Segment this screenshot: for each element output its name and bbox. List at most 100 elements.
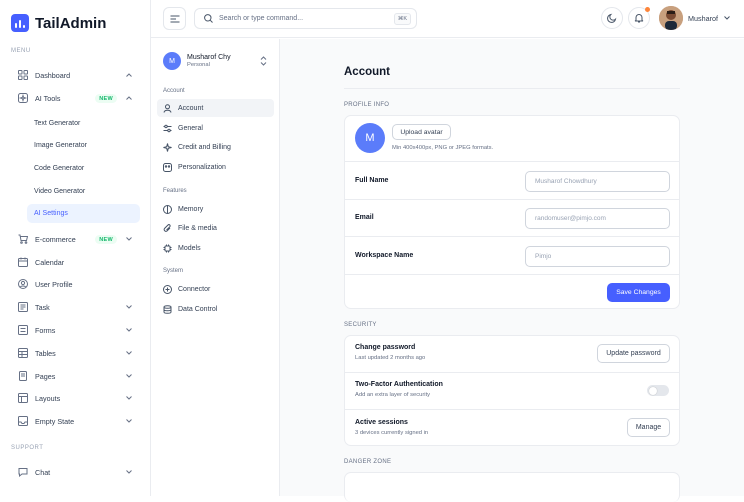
settings-nav-general[interactable]: General bbox=[157, 119, 274, 137]
empty-state-icon bbox=[18, 416, 28, 426]
chat-icon bbox=[18, 468, 28, 477]
sidebar-item-label: Calendar bbox=[35, 257, 65, 267]
sidebar-item-ecommerce[interactable]: E-commerce NEW bbox=[8, 229, 141, 249]
chevron-updown-icon bbox=[260, 56, 267, 66]
workspace-avatar: M bbox=[163, 52, 181, 70]
sidebar-item-tables[interactable]: Tables bbox=[8, 343, 141, 363]
user-circle-icon bbox=[18, 279, 28, 289]
sidebar-item-label: Forms bbox=[35, 325, 56, 335]
change-password-desc: Last updated 2 months ago bbox=[355, 355, 426, 361]
sidebar-item-calendar[interactable]: Calendar bbox=[8, 252, 141, 272]
workspace-switcher[interactable]: M Musharof Chy Personal bbox=[157, 46, 274, 76]
upload-avatar-button[interactable]: Upload avatar bbox=[392, 124, 451, 140]
settings-nav-panel: M Musharof Chy Personal Account Account … bbox=[151, 39, 280, 496]
settings-nav-connector[interactable]: Connector bbox=[157, 280, 274, 298]
settings-nav-data-control[interactable]: Data Control bbox=[157, 300, 274, 318]
sparkle-icon bbox=[18, 93, 28, 103]
chevron-down-icon bbox=[126, 470, 132, 474]
chevron-down-icon bbox=[126, 305, 132, 309]
sidebar-subitem-code-generator[interactable]: Code Generator bbox=[27, 159, 140, 178]
paperclip-icon bbox=[163, 223, 171, 232]
notifications-button[interactable] bbox=[628, 7, 650, 29]
sidebar-subitem-video-generator[interactable]: Video Generator bbox=[27, 182, 140, 201]
top-header: Search or type command... ⌘K Musharof bbox=[151, 0, 744, 38]
workspace-name-input[interactable]: Pimjo bbox=[525, 246, 670, 267]
logo-icon bbox=[11, 14, 29, 32]
forms-icon bbox=[18, 325, 28, 335]
connector-icon bbox=[163, 284, 172, 294]
settings-nav-models[interactable]: Models bbox=[157, 239, 274, 257]
workspace-name-label: Workspace Name bbox=[355, 252, 414, 259]
workspace-name: Musharof Chy bbox=[187, 54, 231, 61]
calendar-icon bbox=[18, 257, 28, 267]
sidebar-item-pages[interactable]: Pages bbox=[8, 366, 141, 386]
bell-icon bbox=[634, 14, 644, 23]
change-password-title: Change password bbox=[355, 344, 416, 351]
settings-nav-label: File & media bbox=[178, 224, 217, 232]
pages-icon bbox=[19, 371, 27, 381]
settings-nav-credit-billing[interactable]: Credit and Billing bbox=[157, 138, 274, 156]
system-group-label: System bbox=[163, 268, 184, 274]
sidebar-item-ai-tools[interactable]: AI Tools NEW bbox=[8, 88, 141, 108]
settings-nav-account[interactable]: Account bbox=[157, 99, 274, 117]
sidebar-toggle-button[interactable] bbox=[163, 7, 186, 30]
sparkle-icon bbox=[163, 142, 172, 152]
new-badge: NEW bbox=[95, 94, 117, 103]
search-shortcut-badge: ⌘K bbox=[393, 13, 411, 25]
email-input[interactable]: randomuser@pimjo.com bbox=[525, 208, 670, 229]
settings-nav-label: Personalization bbox=[178, 163, 226, 171]
user-menu[interactable]: Musharof bbox=[659, 6, 731, 30]
sidebar-item-user-profile[interactable]: User Profile bbox=[8, 274, 141, 294]
settings-nav-file-media[interactable]: File & media bbox=[157, 219, 274, 237]
sidebar-subitem-text-generator[interactable]: Text Generator bbox=[27, 114, 140, 133]
sidebar-item-label: Chat bbox=[35, 467, 51, 477]
settings-nav-label: Models bbox=[178, 244, 201, 252]
search-input[interactable]: Search or type command... ⌘K bbox=[194, 8, 417, 29]
menu-icon bbox=[170, 15, 179, 22]
two-factor-toggle[interactable] bbox=[647, 385, 669, 396]
danger-zone-label: DANGER ZONE bbox=[344, 459, 392, 465]
security-label: SECURITY bbox=[344, 322, 377, 328]
grid-icon bbox=[18, 70, 28, 80]
memory-icon bbox=[163, 204, 172, 214]
chevron-down-icon bbox=[126, 328, 132, 332]
sidebar-item-layouts[interactable]: Layouts bbox=[8, 388, 141, 408]
search-icon bbox=[204, 14, 213, 23]
features-group-label: Features bbox=[163, 188, 187, 194]
title-divider bbox=[344, 88, 680, 89]
sidebar-subitem-image-generator[interactable]: Image Generator bbox=[27, 136, 140, 155]
settings-nav-memory[interactable]: Memory bbox=[157, 200, 274, 218]
avatar bbox=[659, 6, 683, 30]
new-badge: NEW bbox=[95, 235, 117, 244]
app-logo[interactable]: TailAdmin bbox=[11, 14, 106, 32]
settings-nav-personalization[interactable]: Personalization bbox=[157, 158, 274, 176]
save-changes-button[interactable]: Save Changes bbox=[607, 283, 670, 302]
row-divider bbox=[345, 199, 679, 200]
active-sessions-desc: 3 devices currently signed in bbox=[355, 430, 429, 436]
settings-nav-label: Credit and Billing bbox=[178, 143, 231, 151]
account-group-label: Account bbox=[163, 88, 185, 94]
two-factor-title: Two-Factor Authentication bbox=[355, 381, 443, 388]
theme-toggle-button[interactable] bbox=[601, 7, 623, 29]
profile-info-label: PROFILE INFO bbox=[344, 102, 390, 108]
email-label: Email bbox=[355, 214, 374, 221]
update-password-button[interactable]: Update password bbox=[597, 344, 670, 363]
content-area: M Musharof Chy Personal Account Account … bbox=[151, 39, 744, 502]
danger-zone-card bbox=[344, 472, 680, 502]
sidebar-item-chat[interactable]: Chat bbox=[8, 462, 141, 482]
manage-sessions-button[interactable]: Manage bbox=[627, 418, 670, 437]
sidebar-subitem-ai-settings[interactable]: AI Settings bbox=[27, 204, 140, 223]
two-factor-desc: Add an extra layer of security bbox=[355, 392, 431, 398]
sidebar-item-task[interactable]: Task bbox=[8, 297, 141, 317]
menu-section-label: MENU bbox=[11, 48, 31, 54]
full-name-input[interactable]: Musharof Chowdhury bbox=[525, 171, 670, 192]
row-divider bbox=[345, 409, 679, 410]
user-icon bbox=[163, 103, 172, 113]
toggle-knob bbox=[648, 386, 657, 395]
sidebar-item-forms[interactable]: Forms bbox=[8, 320, 141, 340]
palette-icon bbox=[163, 162, 172, 172]
chevron-up-icon bbox=[126, 73, 132, 77]
sidebar-item-dashboard[interactable]: Dashboard bbox=[8, 65, 141, 85]
active-sessions-title: Active sessions bbox=[355, 419, 408, 426]
sidebar-item-empty-state[interactable]: Empty State bbox=[8, 411, 141, 431]
